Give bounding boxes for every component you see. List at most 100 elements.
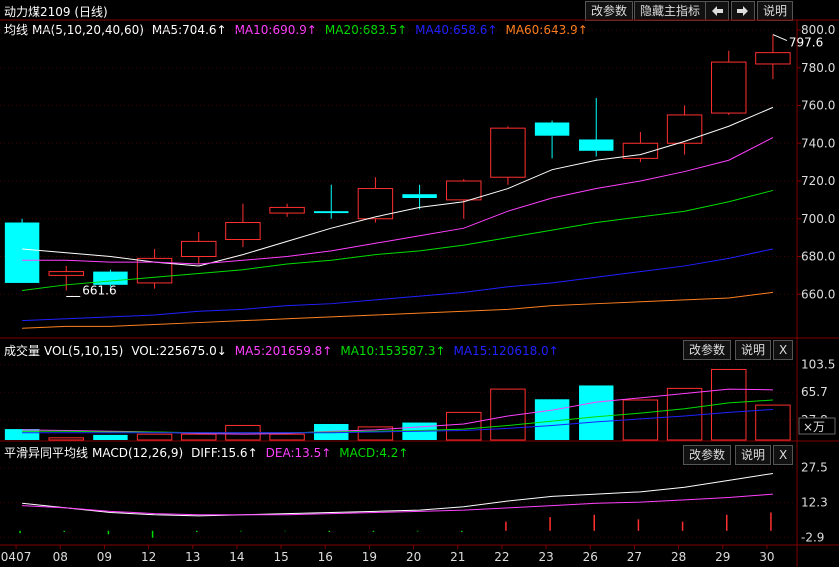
macd-params-button[interactable]: 改参数: [683, 445, 732, 465]
candle-body: [269, 206, 305, 214]
ma-line-ma60: [22, 291, 773, 329]
ma60-value: MA60:643.9↑: [505, 23, 588, 37]
candle-body: [136, 257, 173, 284]
x-tick-label: 08: [53, 550, 68, 564]
chart-title: 动力煤2109 (日线): [4, 5, 108, 19]
x-tick-label: 0407: [1, 550, 32, 564]
params-button[interactable]: 改参数: [585, 1, 634, 21]
price-tick-label: 800.0: [801, 23, 835, 37]
ma20-value: MA20:683.5↑: [324, 23, 408, 37]
vol-bar: [4, 429, 40, 440]
macd-label: 平滑异同平均线: [4, 446, 89, 460]
candle-body: [446, 180, 482, 201]
vol-bar: [534, 399, 570, 440]
candle-body: [93, 271, 128, 285]
candle-body: [402, 194, 437, 198]
vol-bar: [225, 424, 261, 441]
x-tick-label: 20: [406, 550, 421, 564]
vol-bar: [48, 437, 84, 441]
vol-bar: [579, 385, 614, 440]
candle-body: [711, 61, 747, 114]
x-tick-label: 09: [97, 550, 112, 564]
ma40-value: MA40:658.6↑: [415, 23, 498, 37]
x-tick-label: 16: [318, 550, 333, 564]
vol-bar: [269, 433, 305, 441]
vol-close-button[interactable]: X: [773, 340, 794, 360]
vol-tick-label: 103.5: [801, 358, 835, 372]
macd-tick-label: -2.9: [801, 530, 824, 544]
macd-value: MACD:4.2↑: [339, 446, 409, 460]
vol-bar: [357, 426, 394, 441]
chart-canvas[interactable]: 660.0 680.0 700.0 720.0 740.0 760.0 780.0 800.0…: [0, 0, 839, 567]
vol-bar: [314, 424, 349, 440]
x-tick-label: 14: [229, 550, 244, 564]
help-button[interactable]: 说明: [757, 1, 794, 21]
vol-bar: [755, 404, 791, 441]
vol-bar: [181, 433, 217, 441]
x-tick-label: 28: [671, 550, 686, 564]
ma-line-ma10: [22, 137, 774, 265]
vol-bar: [490, 388, 526, 441]
x-tick-label: 29: [715, 550, 730, 564]
x-tick-label: 12: [141, 550, 156, 564]
high-pointer: [772, 34, 788, 41]
price-tick-label: 780.0: [801, 61, 835, 75]
candle-body: [314, 211, 349, 214]
price-tick-label: 720.0: [801, 174, 835, 188]
candle-body: [181, 240, 217, 257]
ma-line-ma40: [22, 248, 774, 322]
x-tick-label: 23: [538, 550, 553, 564]
ma-line-ma5: [22, 106, 774, 267]
vol-bar: [93, 434, 128, 440]
macd-close-button[interactable]: X: [773, 445, 794, 465]
vol-tick-label: 27.8: [801, 413, 828, 427]
ma-label: 均线: [4, 23, 29, 37]
vol-ma-line-ma5: [22, 388, 773, 435]
vol-ma-line-ma10: [22, 399, 773, 434]
macd-tick-label: 12.3: [801, 496, 828, 510]
x-tick-label: 30: [759, 550, 774, 564]
candle-body: [666, 114, 703, 144]
arrow-right-icon[interactable]: [731, 1, 755, 21]
vol-bar: [711, 368, 747, 441]
candle-body: [579, 139, 614, 151]
unit-label: ×万: [803, 420, 825, 434]
candle-body: [534, 122, 570, 136]
x-tick-label: 22: [494, 550, 509, 564]
candle-body: [622, 142, 659, 159]
high-label: 797.6: [789, 36, 823, 50]
vol-params-button[interactable]: 改参数: [683, 340, 732, 360]
arrow-left-icon[interactable]: [705, 1, 729, 21]
macd-diff: DIFF:15.6↑: [191, 446, 258, 460]
price-tick-label: 760.0: [801, 99, 835, 113]
macd-help-button[interactable]: 说明: [735, 445, 772, 465]
candle-body: [225, 222, 261, 241]
x-tick-label: 26: [583, 550, 598, 564]
price-tick-label: 740.0: [801, 136, 835, 150]
vol-bar: [666, 387, 703, 441]
macd-dea-line: [22, 493, 773, 516]
hide-main-indicator-button[interactable]: 隐藏主指标: [634, 1, 707, 21]
vol-bar: [136, 433, 173, 441]
ma-params: MA(5,10,20,40,60): [32, 23, 144, 37]
vol-help-button[interactable]: 说明: [735, 340, 772, 360]
macd-params: MACD(12,26,9): [92, 446, 184, 460]
x-tick-label: 27: [627, 550, 642, 564]
x-tick-label: 15: [273, 550, 288, 564]
x-tick-label: 21: [450, 550, 465, 564]
candle-body: [48, 271, 84, 276]
price-tick-label: 700.0: [801, 212, 835, 226]
unit-box: [798, 417, 836, 435]
vol-bar: [622, 399, 659, 441]
macd-diff-line: [22, 472, 773, 517]
candle-body: [357, 188, 394, 220]
x-tick-label: 19: [362, 550, 377, 564]
vol-ma10: MA10:153587.3↑: [340, 344, 446, 358]
vol-ma-line-ma15: [22, 408, 773, 434]
macd-indicator-bar: 平滑异同平均线 MACD(12,26,9) DIFF:15.6↑ DEA:13.5↑ M…: [4, 444, 416, 461]
ma10-value: MA10:690.9↑: [234, 23, 317, 37]
price-tick-label: 660.0: [801, 287, 835, 301]
vol-tick-label: 65.7: [801, 385, 828, 399]
vol-label: 成交量: [4, 344, 41, 358]
vol-params: VOL(5,10,15): [44, 344, 124, 358]
